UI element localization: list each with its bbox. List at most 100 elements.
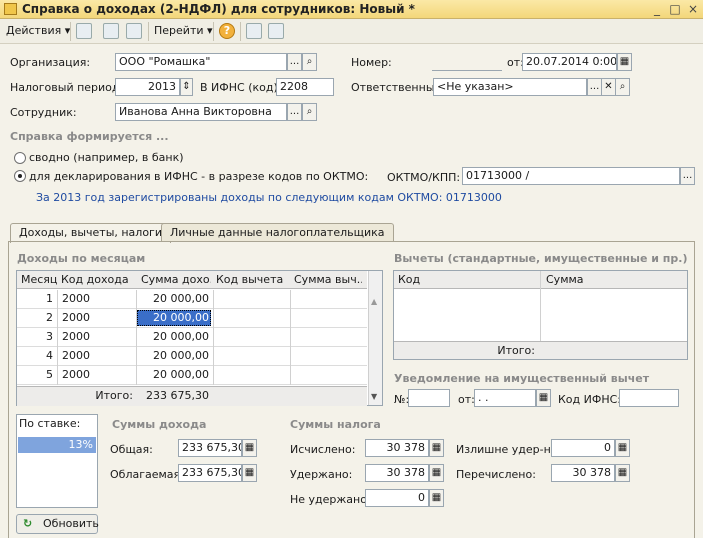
column-header[interactable]: Сумма дохо...: [141, 273, 211, 286]
ifns-field[interactable]: 2208: [276, 78, 334, 96]
radio-oktmo[interactable]: [14, 170, 26, 182]
post-icon[interactable]: [103, 23, 119, 39]
close-button[interactable]: ×: [686, 2, 700, 16]
column-header[interactable]: Сумма: [546, 273, 584, 286]
table-footer: Итого: 233 675,30: [17, 386, 367, 406]
list-icon[interactable]: [246, 23, 262, 39]
column-header[interactable]: Месяц: [21, 273, 57, 286]
clear-icon[interactable]: ✕: [601, 78, 616, 96]
employee-label: Сотрудник:: [10, 106, 77, 119]
oktmo-field[interactable]: 01713000 /: [462, 167, 680, 185]
total-label: Итого:: [95, 389, 133, 402]
ifns-label: В ИФНС (код):: [200, 81, 282, 94]
org-label: Организация:: [10, 56, 91, 69]
section-title: Справка формируется ...: [10, 130, 169, 143]
month-cell: 3: [46, 330, 53, 343]
date-field[interactable]: 20.07.2014 0:00:0: [522, 53, 617, 71]
maximize-button[interactable]: □: [668, 2, 682, 16]
select-button[interactable]: ...: [287, 53, 302, 71]
period-spinner[interactable]: ⇕: [180, 78, 193, 96]
radio-oktmo-label: для декларирования в ИФНС - в разрезе ко…: [29, 170, 369, 183]
tax-calc-field[interactable]: 30 378: [365, 439, 429, 457]
sum-total-field[interactable]: 233 675,30: [178, 439, 242, 457]
calculator-icon[interactable]: ▦: [615, 464, 630, 482]
sum-taxable-field[interactable]: 233 675,30: [178, 464, 242, 482]
radio-summary[interactable]: [14, 152, 26, 164]
org-field[interactable]: ООО "Ромашка": [115, 53, 287, 71]
notice-date-field[interactable]: . .: [474, 389, 536, 407]
column-header[interactable]: Код вычета: [216, 273, 283, 286]
table-row[interactable]: 4 2000 20 000,00: [17, 347, 367, 366]
notice-number-label: №:: [394, 393, 410, 406]
table-row[interactable]: 3 2000 20 000,00: [17, 328, 367, 347]
table-row[interactable]: 1 2000 20 000,00: [17, 290, 367, 309]
table-row[interactable]: 5 2000 20 000,00: [17, 366, 367, 385]
separator: [148, 22, 149, 41]
column-header[interactable]: Код дохода: [61, 273, 129, 286]
responsible-field[interactable]: <Не указан>: [433, 78, 587, 96]
minimize-button[interactable]: _: [650, 2, 664, 16]
separator: [70, 22, 71, 41]
tax-paid-field[interactable]: 30 378: [551, 464, 615, 482]
refresh-button[interactable]: ↻ Обновить: [16, 514, 99, 534]
notice-date-label: от:: [458, 393, 475, 406]
tax-excess-field[interactable]: 0: [551, 439, 615, 457]
refresh-label: Обновить: [43, 517, 99, 530]
help-icon[interactable]: ?: [219, 23, 235, 39]
column-header[interactable]: Сумма выч...: [294, 273, 362, 286]
period-field[interactable]: 2013: [115, 78, 180, 96]
code-cell: 2000: [62, 311, 90, 324]
notice-number-field[interactable]: [408, 389, 450, 407]
toolbar: Действия ▾ Перейти ▾ ?: [0, 19, 703, 44]
sum-cell: 20 000,00: [153, 349, 209, 362]
calendar-icon[interactable]: ▦: [617, 53, 632, 71]
separator: [240, 22, 241, 41]
tax-not-held-field[interactable]: 0: [365, 489, 429, 507]
search-icon[interactable]: ⌕: [302, 103, 317, 121]
structure-icon[interactable]: [268, 23, 284, 39]
rate-list[interactable]: По ставке: 13%: [16, 414, 98, 508]
tab-personal[interactable]: Личные данные налогоплательщика: [161, 223, 394, 242]
table-row[interactable]: 2 2000 20 000,00: [17, 309, 367, 328]
goto-menu[interactable]: Перейти ▾: [154, 23, 213, 39]
tax-not-held-label: Не удержано:: [290, 493, 371, 506]
code-cell: 2000: [62, 368, 90, 381]
calculator-icon[interactable]: ▦: [615, 439, 630, 457]
add-icon[interactable]: [126, 23, 142, 39]
calculator-icon[interactable]: ▦: [429, 464, 444, 482]
column-header[interactable]: Код: [398, 273, 420, 286]
employee-field[interactable]: Иванова Анна Викторовна: [115, 103, 287, 121]
tax-held-field[interactable]: 30 378: [365, 464, 429, 482]
calculator-icon[interactable]: ▦: [242, 439, 257, 457]
scroll-down-icon[interactable]: ▼: [371, 392, 377, 401]
search-icon[interactable]: ⌕: [615, 78, 630, 96]
actions-menu[interactable]: Действия ▾: [6, 23, 70, 39]
calendar-icon[interactable]: ▦: [536, 389, 551, 407]
total-value: 233 675,30: [146, 389, 209, 402]
rate-item[interactable]: 13%: [18, 437, 96, 453]
scrollbar[interactable]: ▲ ▼: [368, 271, 382, 405]
goto-label: Перейти: [154, 24, 204, 37]
calculator-icon[interactable]: ▦: [242, 464, 257, 482]
app-icon: [4, 3, 17, 15]
save-icon[interactable]: [76, 23, 92, 39]
tab-income[interactable]: Доходы, вычеты, налоги: [10, 223, 171, 243]
table-header: Месяц Код дохода Сумма дохо... Код вычет…: [17, 271, 367, 289]
select-button[interactable]: ...: [680, 167, 695, 185]
search-icon[interactable]: ⌕: [302, 53, 317, 71]
calculator-icon[interactable]: ▦: [429, 439, 444, 457]
notice-ifns-field[interactable]: [619, 389, 679, 407]
sum-cell: 20 000,00: [153, 292, 209, 305]
deductions-table: Код Сумма Итого:: [393, 270, 688, 360]
calculator-icon[interactable]: ▦: [429, 489, 444, 507]
income-table: Месяц Код дохода Сумма дохо... Код вычет…: [16, 270, 383, 406]
deductions-title: Вычеты (стандартные, имущественные и пр.…: [394, 252, 688, 265]
scroll-up-icon[interactable]: ▲: [371, 297, 377, 306]
period-label: Налоговый период:: [10, 81, 124, 94]
number-field[interactable]: [432, 53, 502, 71]
info-text: За 2013 год зарегистрированы доходы по с…: [36, 191, 502, 204]
select-button[interactable]: ...: [287, 103, 302, 121]
sum-cell: 20 000,00: [153, 311, 209, 324]
select-button[interactable]: ...: [587, 78, 602, 96]
separator: [213, 22, 214, 41]
